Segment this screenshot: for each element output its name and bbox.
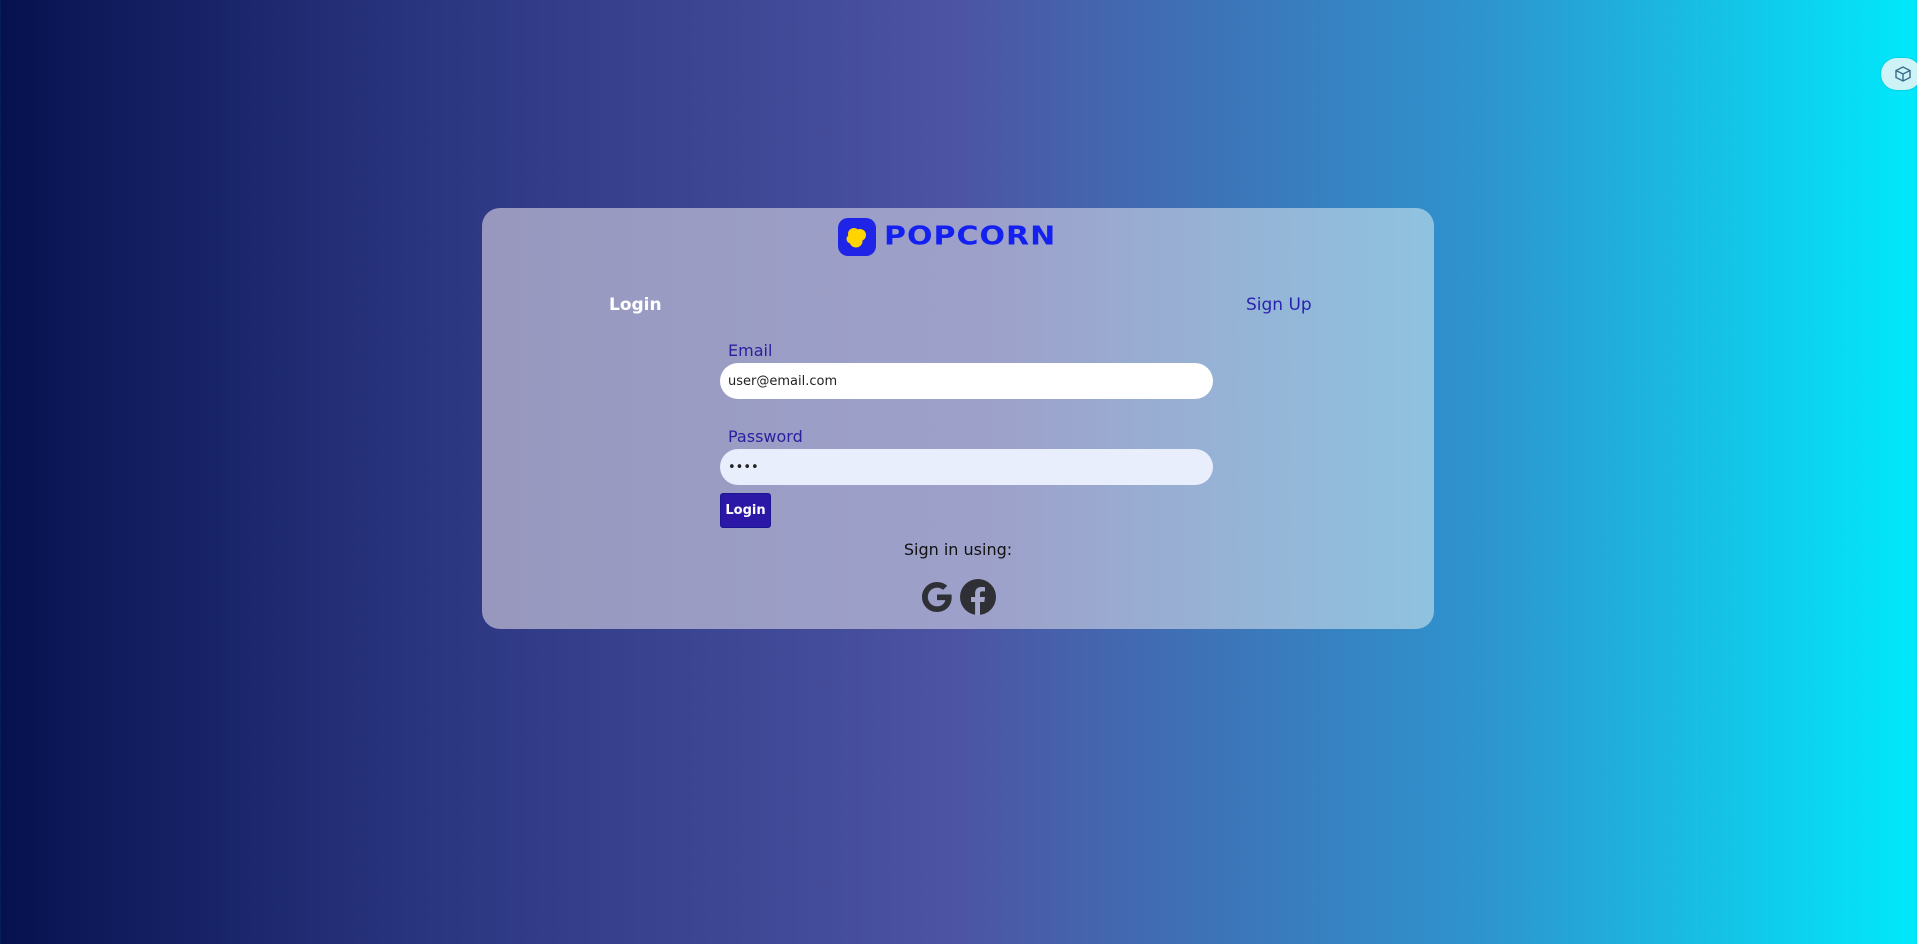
tab-signup[interactable]: Sign Up	[1246, 294, 1312, 316]
password-group: Password	[720, 427, 1213, 485]
brand-name: POPCORN	[884, 221, 1057, 252]
email-field[interactable]	[720, 363, 1213, 399]
social-login-group	[918, 578, 997, 616]
floating-widget[interactable]	[1881, 58, 1917, 90]
password-field[interactable]	[720, 449, 1213, 485]
email-label: Email	[728, 341, 773, 360]
login-card: POPCORN Login Sign Up Email Password Log…	[482, 208, 1434, 629]
sign-in-using-label: Sign in using:	[903, 540, 1013, 559]
cube-icon	[1895, 66, 1911, 82]
google-icon[interactable]	[918, 578, 956, 616]
login-button[interactable]: Login	[720, 493, 771, 528]
password-label: Password	[728, 427, 803, 446]
popcorn-icon	[838, 218, 876, 256]
brand-logo: POPCORN	[838, 218, 1056, 256]
facebook-icon[interactable]	[959, 578, 997, 616]
tab-login[interactable]: Login	[609, 294, 662, 316]
email-group: Email	[720, 341, 1213, 399]
login-form: Email Password Login	[720, 341, 1213, 528]
